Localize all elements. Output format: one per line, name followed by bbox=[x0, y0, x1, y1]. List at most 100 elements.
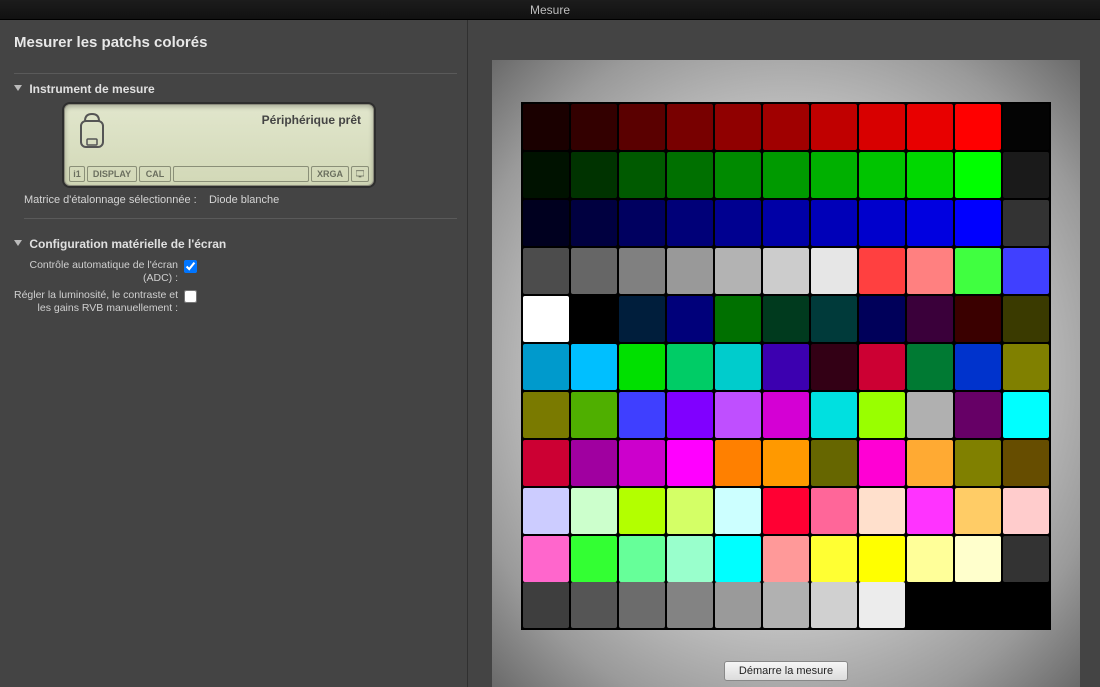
row-manual: Régler la luminosité, le contraste et le… bbox=[14, 289, 457, 315]
color-patch bbox=[763, 440, 809, 486]
color-patch bbox=[955, 248, 1001, 294]
color-patch bbox=[763, 582, 809, 628]
color-patch bbox=[571, 152, 617, 198]
chevron-down-icon bbox=[14, 240, 22, 246]
calibration-matrix-value: Diode blanche bbox=[209, 194, 279, 206]
color-patch bbox=[523, 488, 569, 534]
color-patch bbox=[859, 582, 905, 628]
color-patch bbox=[955, 488, 1001, 534]
color-patch bbox=[763, 392, 809, 438]
color-patch bbox=[571, 344, 617, 390]
row-adc: Contrôle automatique de l'écran (ADC) : bbox=[14, 259, 457, 285]
color-patch bbox=[907, 152, 953, 198]
color-patch bbox=[1003, 344, 1049, 390]
color-patch bbox=[1003, 104, 1049, 150]
color-patch bbox=[571, 392, 617, 438]
color-patch bbox=[907, 536, 953, 582]
color-patch bbox=[667, 104, 713, 150]
color-patch bbox=[763, 104, 809, 150]
color-patch bbox=[619, 200, 665, 246]
color-patch bbox=[763, 488, 809, 534]
color-patch bbox=[667, 392, 713, 438]
color-patch bbox=[811, 152, 857, 198]
color-patch bbox=[571, 488, 617, 534]
lcd-slot-xrga: XRGA bbox=[311, 166, 349, 182]
color-patch bbox=[667, 200, 713, 246]
color-patch bbox=[955, 296, 1001, 342]
color-patch bbox=[715, 536, 761, 582]
color-patch bbox=[619, 344, 665, 390]
color-patch bbox=[859, 200, 905, 246]
color-patch bbox=[571, 536, 617, 582]
color-patch bbox=[1003, 248, 1049, 294]
color-patch bbox=[859, 104, 905, 150]
section-hardware: Configuration matérielle de l'écran Cont… bbox=[14, 229, 457, 315]
color-patch bbox=[955, 392, 1001, 438]
color-patch bbox=[811, 488, 857, 534]
color-patch bbox=[619, 536, 665, 582]
color-patch bbox=[667, 344, 713, 390]
manual-checkbox[interactable] bbox=[184, 290, 197, 303]
color-patch bbox=[955, 152, 1001, 198]
start-measurement-button[interactable]: Démarre la mesure bbox=[724, 661, 848, 681]
color-patch bbox=[571, 582, 617, 628]
color-patch bbox=[763, 536, 809, 582]
color-patch bbox=[523, 440, 569, 486]
color-patch bbox=[811, 536, 857, 582]
color-patch bbox=[859, 440, 905, 486]
color-patch bbox=[955, 104, 1001, 150]
color-patch bbox=[811, 104, 857, 150]
color-patch bbox=[619, 582, 665, 628]
color-patch bbox=[955, 440, 1001, 486]
color-patch bbox=[619, 248, 665, 294]
color-patch bbox=[955, 344, 1001, 390]
color-patch bbox=[667, 582, 713, 628]
color-patch bbox=[571, 296, 617, 342]
color-patch bbox=[523, 582, 569, 628]
color-patch bbox=[811, 296, 857, 342]
color-patch bbox=[1003, 536, 1049, 582]
lcd-slot-blank bbox=[173, 166, 309, 182]
patch-grid bbox=[521, 102, 1051, 584]
section-hardware-header[interactable]: Configuration matérielle de l'écran bbox=[14, 237, 457, 251]
color-patch bbox=[715, 296, 761, 342]
color-patch bbox=[955, 200, 1001, 246]
section-instrument-title: Instrument de mesure bbox=[29, 82, 154, 96]
section-hardware-title: Configuration matérielle de l'écran bbox=[29, 237, 226, 251]
color-patch bbox=[907, 392, 953, 438]
color-patch bbox=[811, 344, 857, 390]
color-patch bbox=[907, 440, 953, 486]
color-patch bbox=[811, 582, 857, 628]
adc-checkbox[interactable] bbox=[184, 260, 197, 273]
color-patch bbox=[1003, 200, 1049, 246]
page-title: Mesurer les patchs colorés bbox=[14, 34, 457, 51]
color-patch bbox=[619, 392, 665, 438]
color-patch bbox=[619, 488, 665, 534]
color-patch bbox=[907, 344, 953, 390]
color-patch bbox=[715, 152, 761, 198]
color-patch bbox=[715, 392, 761, 438]
section-instrument-header[interactable]: Instrument de mesure bbox=[14, 82, 457, 96]
color-patch bbox=[1003, 392, 1049, 438]
right-panel: Démarre la mesure bbox=[468, 20, 1100, 687]
color-patch bbox=[667, 440, 713, 486]
color-patch bbox=[523, 200, 569, 246]
left-panel: Mesurer les patchs colorés Instrument de… bbox=[0, 20, 468, 687]
color-patch bbox=[859, 152, 905, 198]
color-patch bbox=[523, 392, 569, 438]
color-patch bbox=[523, 152, 569, 198]
color-patch bbox=[571, 248, 617, 294]
color-patch bbox=[955, 536, 1001, 582]
color-patch bbox=[763, 344, 809, 390]
color-patch bbox=[715, 248, 761, 294]
color-patch bbox=[811, 200, 857, 246]
color-patch bbox=[571, 200, 617, 246]
color-patch bbox=[667, 488, 713, 534]
color-patch bbox=[907, 104, 953, 150]
color-patch bbox=[859, 296, 905, 342]
color-patch bbox=[619, 152, 665, 198]
preview-area: Démarre la mesure bbox=[492, 60, 1080, 687]
lcd-bottom-row: i1 DISPLAY CAL XRGA bbox=[69, 166, 369, 183]
color-patch bbox=[1003, 152, 1049, 198]
main-layout: Mesurer les patchs colorés Instrument de… bbox=[0, 20, 1100, 687]
